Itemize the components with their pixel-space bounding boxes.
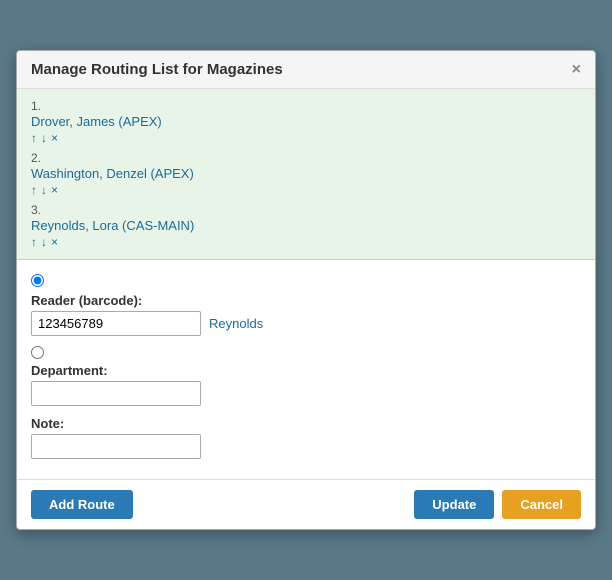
note-input[interactable] bbox=[31, 434, 201, 459]
route-controls-3: ↑ ↓ × bbox=[31, 235, 581, 249]
route-up-1[interactable]: ↑ bbox=[31, 131, 37, 145]
reader-radio-row bbox=[31, 274, 581, 287]
list-item: 2. Washington, Denzel (APEX) ↑ ↓ × bbox=[31, 151, 581, 197]
reader-radio[interactable] bbox=[31, 274, 44, 287]
manage-routing-modal: Manage Routing List for Magazines × 1. D… bbox=[16, 50, 596, 530]
route-name-3: Reynolds, Lora (CAS-MAIN) bbox=[31, 218, 581, 233]
note-row: Note: bbox=[31, 416, 581, 459]
route-controls-2: ↑ ↓ × bbox=[31, 183, 581, 197]
modal-title: Manage Routing List for Magazines bbox=[31, 61, 283, 78]
list-item: 3. Reynolds, Lora (CAS-MAIN) ↑ ↓ × bbox=[31, 203, 581, 249]
route-down-3[interactable]: ↓ bbox=[41, 235, 47, 249]
reader-label: Reader (barcode): bbox=[31, 293, 581, 308]
reader-resolved-name: Reynolds bbox=[209, 316, 263, 331]
department-radio[interactable] bbox=[31, 346, 44, 359]
route-remove-2[interactable]: × bbox=[51, 183, 58, 197]
route-number-1: 1. bbox=[31, 99, 581, 113]
department-row: Department: bbox=[31, 363, 581, 406]
modal-body: 1. Drover, James (APEX) ↑ ↓ × 2. Washing… bbox=[17, 89, 595, 479]
route-controls-1: ↑ ↓ × bbox=[31, 131, 581, 145]
reader-input[interactable] bbox=[31, 311, 201, 336]
modal-close-button[interactable]: × bbox=[572, 62, 581, 78]
route-down-1[interactable]: ↓ bbox=[41, 131, 47, 145]
route-remove-1[interactable]: × bbox=[51, 131, 58, 145]
department-radio-row bbox=[31, 346, 581, 359]
routing-list: 1. Drover, James (APEX) ↑ ↓ × 2. Washing… bbox=[17, 89, 595, 260]
route-number-2: 2. bbox=[31, 151, 581, 165]
add-route-button[interactable]: Add Route bbox=[31, 490, 133, 519]
reader-row: Reader (barcode): Reynolds bbox=[31, 293, 581, 336]
note-label: Note: bbox=[31, 416, 581, 431]
route-name-1: Drover, James (APEX) bbox=[31, 114, 581, 129]
route-down-2[interactable]: ↓ bbox=[41, 183, 47, 197]
route-up-3[interactable]: ↑ bbox=[31, 235, 37, 249]
form-section: Reader (barcode): Reynolds Department: bbox=[17, 260, 595, 479]
reader-input-row: Reynolds bbox=[31, 311, 581, 336]
department-input[interactable] bbox=[31, 381, 201, 406]
route-remove-3[interactable]: × bbox=[51, 235, 58, 249]
department-label: Department: bbox=[31, 363, 581, 378]
update-button[interactable]: Update bbox=[414, 490, 494, 519]
modal-overlay: Manage Routing List for Magazines × 1. D… bbox=[0, 0, 612, 580]
modal-header: Manage Routing List for Magazines × bbox=[17, 51, 595, 89]
cancel-button[interactable]: Cancel bbox=[502, 490, 581, 519]
list-item: 1. Drover, James (APEX) ↑ ↓ × bbox=[31, 99, 581, 145]
route-name-2: Washington, Denzel (APEX) bbox=[31, 166, 581, 181]
footer-right-buttons: Update Cancel bbox=[414, 490, 581, 519]
route-number-3: 3. bbox=[31, 203, 581, 217]
modal-footer: Add Route Update Cancel bbox=[17, 479, 595, 529]
route-up-2[interactable]: ↑ bbox=[31, 183, 37, 197]
